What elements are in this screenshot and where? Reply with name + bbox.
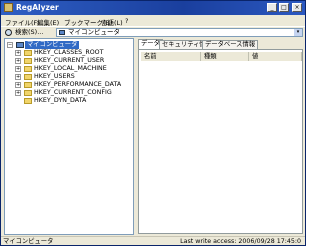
tree-item-label: HKEY_CLASSES_ROOT [34,49,104,56]
tree-item-label: HKEY_CURRENT_CONFIG [34,89,112,96]
tree-item-dyn-data[interactable]: HKEY_DYN_DATA [15,97,133,105]
folder-icon [24,74,32,80]
folder-icon [24,98,32,104]
tree-item-label: HKEY_PERFORMANCE_DATA [34,81,122,88]
folder-icon [24,66,32,72]
folder-icon [24,58,32,64]
tree-item-users[interactable]: + HKEY_USERS [15,73,133,81]
app-window: RegAlyzer _ □ × ファイル(F) 編集(E) ブックマーク(B) … [0,0,306,246]
expand-icon[interactable]: + [15,74,21,80]
tree-item-performance-data[interactable]: + HKEY_PERFORMANCE_DATA [15,81,133,89]
menu-bar: ファイル(F) 編集(E) ブックマーク(B) 言語(L) ? [1,15,305,27]
expand-icon[interactable]: + [15,66,21,72]
tree-item-label: HKEY_CURRENT_USER [34,57,105,64]
app-icon [4,3,13,12]
column-header-value[interactable]: 値 [249,52,302,61]
tree-item-label: HKEY_LOCAL_MACHINE [34,65,107,72]
status-last-write: Last write access: 2006/09/28 17:45:0 [180,238,301,245]
minimize-button[interactable]: _ [267,3,277,12]
search-button-label: 検索(S)... [15,28,44,36]
collapse-icon[interactable]: − [7,42,13,48]
search-button[interactable]: 検索(S)... [4,28,43,37]
title-bar[interactable]: RegAlyzer _ □ × [1,1,305,15]
status-bar: マイコンピュータ Last write access: 2006/09/28 1… [1,236,305,245]
tree-item-current-config[interactable]: + HKEY_CURRENT_CONFIG [15,89,133,97]
tree-item-current-user[interactable]: + HKEY_CURRENT_USER [15,57,133,65]
folder-icon [24,90,32,96]
tree-root-label: マイコンピュータ [25,41,80,49]
folder-icon [24,50,32,56]
expand-icon[interactable]: + [15,82,21,88]
window-title: RegAlyzer [16,3,59,12]
column-header-name[interactable]: 名前 [141,52,201,61]
values-list[interactable]: 名前 種類 値 [138,49,303,234]
registry-tree[interactable]: − マイコンピュータ + HKEY_CLASSES_ROOT + HKEY_CU… [4,38,134,235]
expand-icon[interactable]: + [15,90,21,96]
details-pane: データ セキュリティ情報 データベース情報 名前 種類 値 [137,38,304,235]
menu-help[interactable]: ? [125,17,128,25]
toolbar: 検索(S)... マイコンピュータ ▾ [1,26,305,37]
tab-database-info[interactable]: データベース情報 [202,40,259,49]
folder-icon [24,82,32,88]
computer-icon [59,30,65,35]
tree-root[interactable]: − マイコンピュータ [7,41,127,49]
address-combobox[interactable]: マイコンピュータ ▾ [56,28,303,37]
expand-icon[interactable]: + [15,50,21,56]
tree-item-classes-root[interactable]: + HKEY_CLASSES_ROOT [15,49,133,57]
chevron-down-icon[interactable]: ▾ [294,29,302,36]
tree-item-label: HKEY_DYN_DATA [34,97,87,104]
tree-item-local-machine[interactable]: + HKEY_LOCAL_MACHINE [15,65,133,73]
address-value: マイコンピュータ [68,28,120,36]
close-button[interactable]: × [292,3,302,12]
expand-icon[interactable]: + [15,58,21,64]
column-header-type[interactable]: 種類 [201,52,249,61]
search-icon [5,29,12,36]
status-path: マイコンピュータ [3,238,54,245]
computer-icon [16,42,24,48]
maximize-button[interactable]: □ [279,3,289,12]
tree-item-label: HKEY_USERS [34,73,75,80]
